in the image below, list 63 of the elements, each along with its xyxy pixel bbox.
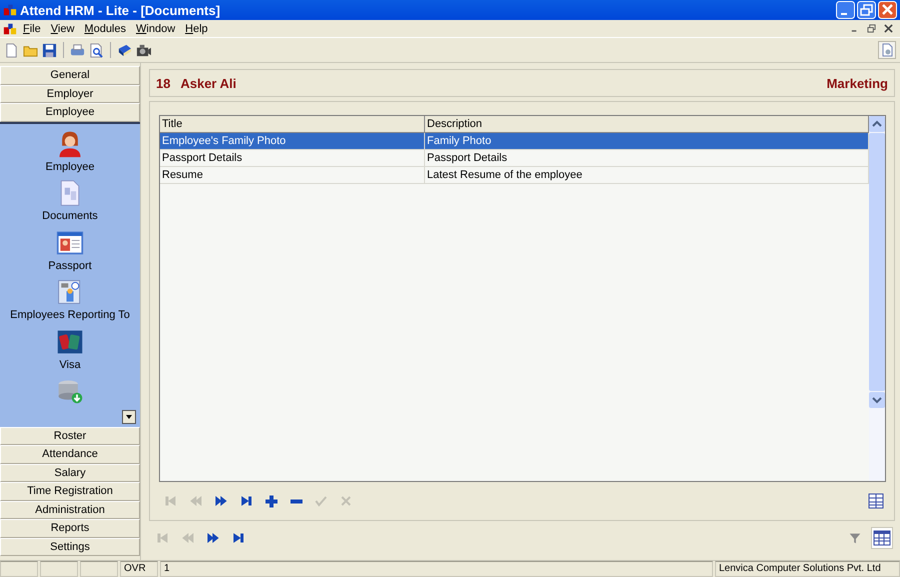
department-name: Marketing [826,76,888,90]
menu-item[interactable]: Modules [80,22,130,34]
table-icon[interactable] [871,527,893,549]
sidebar-item[interactable]: Employees Reporting To [10,309,130,321]
status-pane [0,561,38,577]
app-logo-icon [3,3,17,17]
menu-item[interactable]: Window [132,22,180,34]
sidebar-group-button[interactable]: Salary [0,464,140,482]
status-pane [40,561,78,577]
close-icon[interactable] [884,24,893,33]
add-icon[interactable] [263,493,279,510]
menu-item[interactable]: View [46,22,78,34]
sidebar-item[interactable]: Employee [46,160,94,172]
book-icon[interactable] [117,42,132,58]
sidebar-group-button[interactable]: Reports [0,519,140,538]
id-card-icon[interactable] [56,228,84,256]
filter-icon[interactable] [848,531,862,545]
sidebar-group-button[interactable]: Roster [0,426,140,445]
scroll-down-button[interactable] [122,410,136,424]
table-row[interactable]: Passport Details Passport Details [160,150,869,167]
sidebar-item[interactable]: Visa [59,358,81,370]
columns-icon[interactable] [868,493,884,510]
table-row[interactable]: Employee's Family Photo Family Photo [160,133,869,150]
vertical-scrollbar[interactable] [869,116,885,482]
app-logo-icon [3,22,17,36]
sidebar-group-button[interactable]: Administration [0,500,140,519]
window-title: Attend HRM - Lite - [Documents] [20,2,222,18]
save-icon[interactable] [42,42,57,58]
employee-name: Asker Ali [180,76,236,90]
printer-icon[interactable] [70,42,85,58]
sidebar-group-button[interactable]: Settings [0,538,140,556]
scroll-up-icon[interactable] [869,116,885,132]
sidebar-group-button[interactable]: Employee [0,103,140,122]
table-row[interactable]: Resume Latest Resume of the employee [160,167,869,184]
column-header[interactable]: Title [160,116,425,132]
sidebar-item[interactable]: Passport [48,260,92,272]
menu-item[interactable]: File [19,22,45,34]
sidebar-group-button[interactable]: Employer [0,84,140,103]
table-cell: Resume [160,167,425,183]
camera-icon[interactable] [136,42,151,58]
close-button[interactable] [878,1,897,19]
minimize-button[interactable] [836,1,855,19]
menu-item[interactable]: Help [181,22,212,34]
sidebar-group-button[interactable]: General [0,66,140,84]
next-record-icon[interactable] [205,530,221,546]
scroll-down-icon[interactable] [869,392,885,408]
new-document-icon[interactable] [4,42,19,58]
employee-id: 18 [156,76,170,90]
restore-button[interactable] [857,1,876,19]
sidebar-group-button[interactable]: Time Registration [0,482,140,500]
table-cell: Passport Details [160,150,425,166]
scrollbar-thumb[interactable] [869,133,885,391]
status-pane [80,561,118,577]
insert-mode: OVR [120,561,158,577]
sidebar-item[interactable]: Documents [42,210,98,222]
company-name: Lenvica Computer Solutions Pvt. Ltd [715,561,900,577]
document-icon[interactable] [878,41,896,59]
record-position: 1 [160,561,713,577]
visa-card-icon[interactable] [56,328,84,356]
print-preview-icon[interactable] [89,42,104,58]
sidebar-group-button[interactable]: Attendance [0,445,140,464]
restore-icon[interactable] [867,24,876,33]
table-cell: Employee's Family Photo [160,133,425,149]
